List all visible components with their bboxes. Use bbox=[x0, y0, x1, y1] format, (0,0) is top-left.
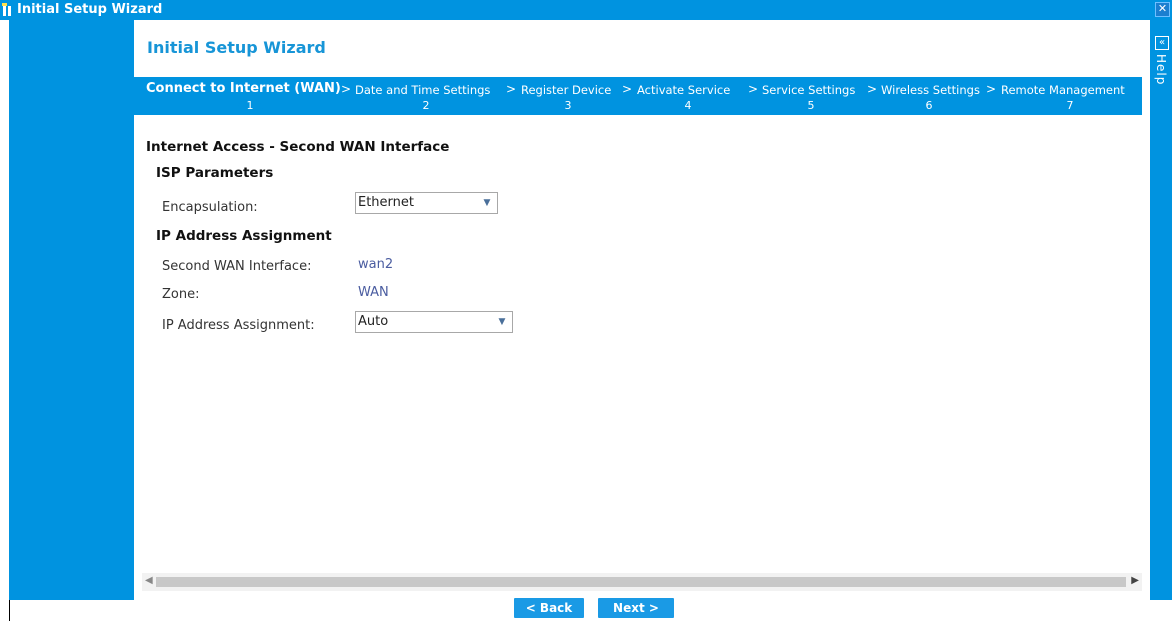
step-label: Service Settings bbox=[762, 83, 856, 97]
step-label: Connect to Internet (WAN) bbox=[146, 81, 341, 96]
step-label: Activate Service bbox=[637, 83, 731, 97]
main-content: Initial Setup Wizard Connect to Internet… bbox=[134, 20, 1150, 600]
window-border-line bbox=[9, 600, 10, 621]
back-button[interactable]: < Back bbox=[514, 598, 584, 618]
step-separator-icon: > bbox=[622, 82, 633, 96]
step-separator-icon: > bbox=[867, 82, 878, 96]
step-label: Remote Management bbox=[1001, 83, 1125, 97]
encapsulation-select[interactable]: Ethernet ▼ bbox=[355, 192, 498, 214]
step-number: 5 bbox=[798, 98, 824, 115]
double-chevron-left-icon: « bbox=[1158, 37, 1166, 48]
wizard-step-bar: Connect to Internet (WAN) 1 > Date and T… bbox=[134, 77, 1142, 115]
help-collapse-button[interactable]: « bbox=[1155, 36, 1169, 50]
step-separator-icon: > bbox=[506, 82, 517, 96]
close-button[interactable]: ✕ bbox=[1155, 2, 1170, 17]
step-label: Register Device bbox=[521, 83, 612, 97]
ip-assignment-select[interactable]: Auto ▼ bbox=[355, 311, 513, 333]
step-number: 3 bbox=[555, 98, 581, 115]
sidebar bbox=[9, 20, 134, 600]
help-label[interactable]: Help bbox=[1154, 54, 1168, 85]
step-number: 2 bbox=[413, 98, 439, 115]
scroll-right-icon[interactable]: ▶ bbox=[1131, 575, 1139, 586]
zone-label: Zone: bbox=[162, 287, 200, 302]
step-number: 1 bbox=[237, 98, 263, 115]
next-button[interactable]: Next > bbox=[598, 598, 674, 618]
window-left-border bbox=[0, 20, 9, 600]
wizard-title: Initial Setup Wizard bbox=[147, 38, 326, 57]
window-title: Initial Setup Wizard bbox=[17, 2, 163, 17]
chevron-down-icon: ▼ bbox=[498, 317, 506, 327]
encapsulation-label: Encapsulation: bbox=[162, 200, 258, 215]
section-title: Internet Access - Second WAN Interface bbox=[146, 139, 450, 155]
second-wan-interface-label: Second WAN Interface: bbox=[162, 259, 312, 274]
second-wan-interface-value: wan2 bbox=[358, 257, 394, 272]
step-label: Wireless Settings bbox=[881, 83, 980, 97]
step-separator-icon: > bbox=[341, 82, 352, 96]
ip-assignment-heading: IP Address Assignment bbox=[156, 228, 332, 244]
help-panel-strip: « Help bbox=[1150, 20, 1172, 600]
step-label: Date and Time Settings bbox=[355, 83, 491, 97]
horizontal-scrollbar[interactable]: ◀ ▶ bbox=[142, 573, 1142, 591]
close-icon: ✕ bbox=[1157, 2, 1168, 15]
step-number: 7 bbox=[1057, 98, 1083, 115]
scrollbar-thumb[interactable] bbox=[156, 577, 1126, 587]
isp-parameters-heading: ISP Parameters bbox=[156, 165, 274, 181]
encapsulation-value: Ethernet bbox=[358, 195, 414, 210]
ip-assignment-label: IP Address Assignment: bbox=[162, 318, 315, 333]
wizard-icon bbox=[2, 3, 11, 16]
chevron-down-icon: ▼ bbox=[483, 198, 491, 208]
step-number: 6 bbox=[916, 98, 942, 115]
step-number: 4 bbox=[675, 98, 701, 115]
zone-value: WAN bbox=[358, 285, 389, 300]
step-separator-icon: > bbox=[986, 82, 997, 96]
scroll-left-icon[interactable]: ◀ bbox=[145, 575, 153, 586]
window-titlebar: Initial Setup Wizard ✕ bbox=[0, 0, 1172, 20]
ip-assignment-value: Auto bbox=[358, 314, 389, 329]
footer bbox=[0, 600, 1172, 621]
step-separator-icon: > bbox=[748, 82, 759, 96]
